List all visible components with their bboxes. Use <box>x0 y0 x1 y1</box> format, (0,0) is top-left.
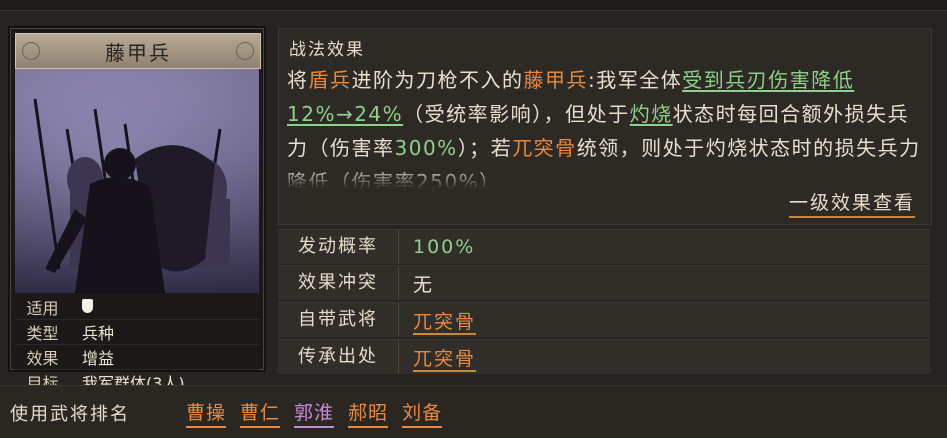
general-link[interactable]: 郝昭 <box>348 398 389 428</box>
general-link[interactable]: 曹仁 <box>240 398 281 428</box>
stat-row-type: 类型 兵种 <box>15 320 259 345</box>
tactic-card: 藤甲兵 适用 类型 兵种 效果 增益 目标 我军群体(3人) <box>10 28 264 395</box>
info-label: 发动概率 <box>278 230 399 264</box>
stat-label: 效果 <box>26 349 59 368</box>
stat-row-effect: 效果 增益 <box>15 345 259 370</box>
stat-value: 兵种 <box>82 324 115 343</box>
info-label: 传承出处 <box>278 340 399 374</box>
stat-value: 增益 <box>82 349 115 368</box>
highlighted-term: 藤甲兵 <box>523 68 588 92</box>
general-link[interactable]: 刘备 <box>402 398 443 428</box>
description-title: 战法效果 <box>289 40 365 60</box>
stat-row-applicable: 适用 <box>15 295 259 320</box>
inherit-source-link[interactable]: 兀突骨 <box>413 347 477 372</box>
description-segment: :我军全体 <box>588 68 683 92</box>
highlighted-term: 盾兵 <box>308 68 352 92</box>
card-title: 藤甲兵 <box>15 33 261 69</box>
trigger-rate-value: 100% <box>413 236 476 258</box>
description-text[interactable]: 将盾兵进阶为刀枪不入的藤甲兵:我军全体受到兵刃伤害降低12%→24%（受统率影响… <box>287 63 923 189</box>
general-list: 曹操 曹仁 郭淮 郝昭 刘备 <box>186 398 443 428</box>
description-segment: 将 <box>287 68 309 92</box>
info-row-inherit-source: 传承出处 兀突骨 <box>278 339 930 374</box>
highlighted-term: 300% <box>394 136 458 160</box>
info-row-innate-general: 自带武将 兀突骨 <box>278 302 930 337</box>
description-segment: （受统率影响），但处于 <box>403 102 630 126</box>
rattan-soldiers-illustration <box>15 69 259 293</box>
shield-icon <box>82 298 93 313</box>
info-label: 自带武将 <box>278 303 399 337</box>
general-link[interactable]: 曹操 <box>186 398 227 428</box>
description-segment: ）；若 <box>457 136 513 160</box>
level-one-effect-link[interactable]: 一级效果查看 <box>788 188 915 218</box>
stat-label: 类型 <box>26 324 59 343</box>
info-label: 效果冲突 <box>278 266 399 300</box>
info-row-trigger-rate: 发动概率 100% <box>278 229 930 264</box>
effect-conflict-value: 无 <box>413 273 435 296</box>
general-link[interactable]: 郭淮 <box>294 398 335 428</box>
highlighted-term: 兀突骨 <box>512 136 577 160</box>
innate-general-link[interactable]: 兀突骨 <box>413 310 477 335</box>
card-stats: 适用 类型 兵种 效果 增益 目标 我军群体(3人) <box>15 295 259 395</box>
tactic-description-panel: 战法效果 将盾兵进阶为刀枪不入的藤甲兵:我军全体受到兵刃伤害降低12%→24%（… <box>278 28 932 225</box>
description-segment: 进阶为刀枪不入的 <box>351 68 524 92</box>
info-row-effect-conflict: 效果冲突 无 <box>278 265 930 300</box>
soldiers-silhouette-art <box>15 69 259 293</box>
usage-ranking-label: 使用武将排名 <box>10 404 130 425</box>
highlighted-term[interactable]: 灼烧 <box>630 102 673 126</box>
stat-label: 适用 <box>26 299 59 318</box>
general-usage-ranking-bar: 使用武将排名 曹操 曹仁 郭淮 郝昭 刘备 <box>0 385 947 438</box>
top-divider <box>0 0 947 11</box>
